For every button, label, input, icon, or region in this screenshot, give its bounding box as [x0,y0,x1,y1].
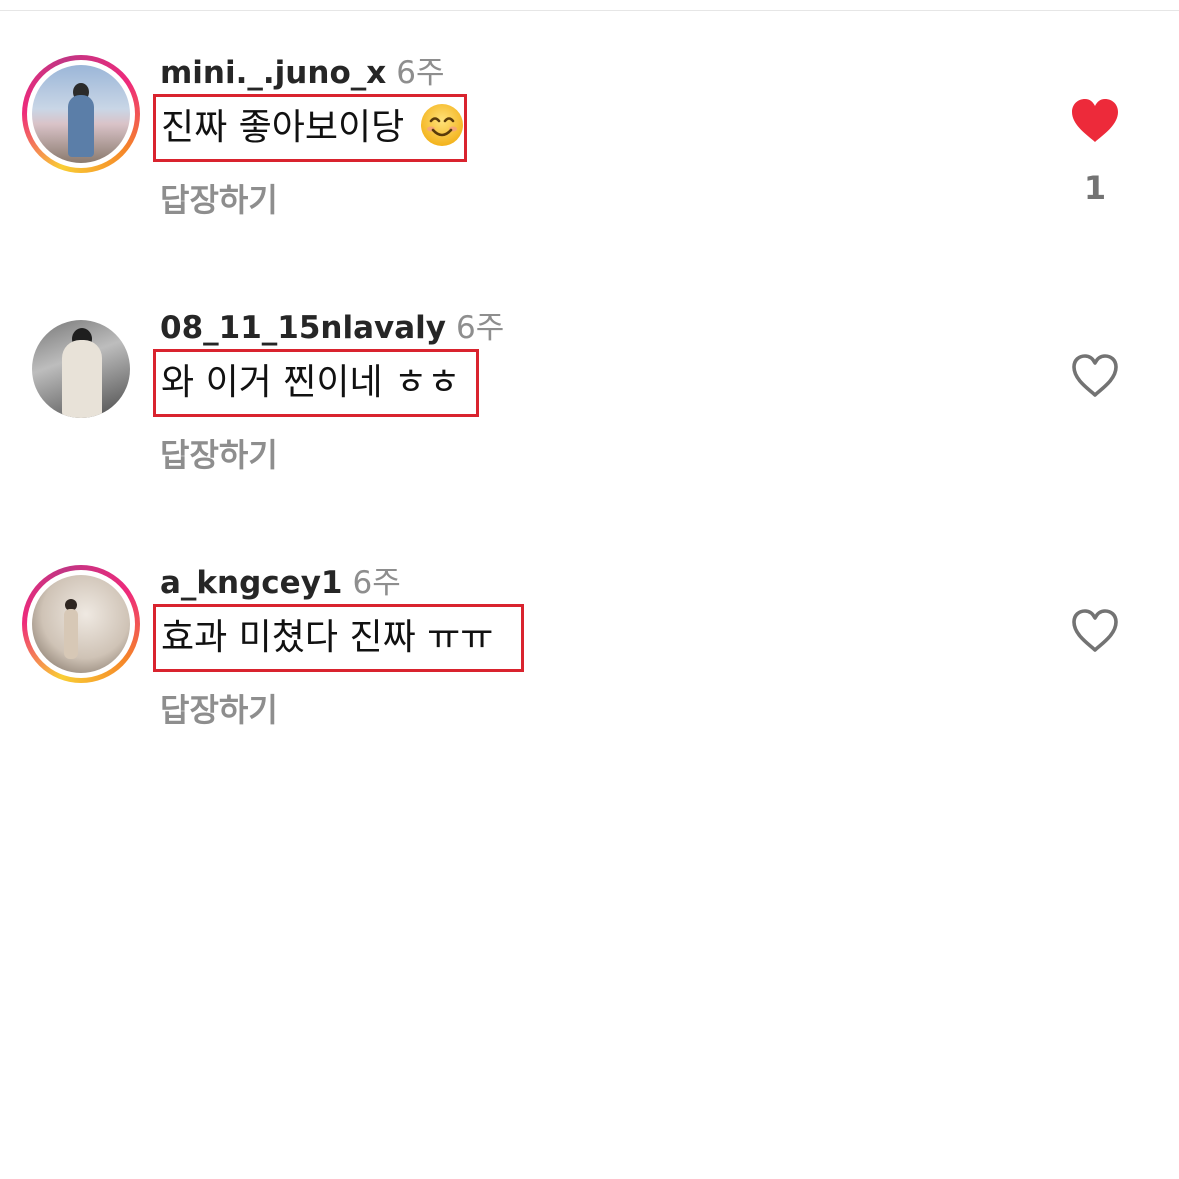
comment-item: 08_11_15nlavaly 6주 와 이거 찐이네 ㅎㅎ 답장하기 [0,255,1179,474]
comment-meta: mini._.juno_x 6주 [160,55,444,91]
comment-text-highlighted: 와 이거 찐이네 ㅎㅎ [153,349,480,417]
comment-item: mini._.juno_x 6주 진짜 좋아보이당 답장하기 1 [0,0,1179,219]
comment-timestamp: 6주 [352,565,401,601]
username-link[interactable]: 08_11_15nlavaly [160,310,446,346]
avatar-photo [32,65,130,163]
avatar[interactable] [22,565,140,683]
heart-outline-icon[interactable] [1070,608,1120,654]
avatar-photo [32,320,130,418]
comment-text: 효과 미쳤다 진짜 ㅠㅠ [161,617,494,658]
reply-button[interactable]: 답장하기 [160,690,278,730]
avatar-photo [32,575,130,673]
comment-text: 진짜 좋아보이당 [161,107,405,148]
smiling-face-icon [421,104,464,146]
comment-text: 와 이거 찐이네 ㅎㅎ [161,362,461,403]
reply-button[interactable]: 답장하기 [160,435,278,475]
username-link[interactable]: a_kngcey1 [160,565,342,601]
avatar[interactable] [22,310,140,428]
username-link[interactable]: mini._.juno_x [160,55,386,91]
comment-text-highlighted: 진짜 좋아보이당 [153,94,468,162]
heart-filled-icon[interactable] [1070,98,1120,144]
comment-timestamp: 6주 [396,55,445,91]
reply-button[interactable]: 답장하기 [160,180,278,220]
comment-timestamp: 6주 [456,310,505,346]
like-count: 1 [1083,169,1107,207]
comment-meta: 08_11_15nlavaly 6주 [160,310,504,346]
comment-item: a_kngcey1 6주 효과 미쳤다 진짜 ㅠㅠ 답장하기 [0,510,1179,729]
avatar[interactable] [22,55,140,173]
comment-meta: a_kngcey1 6주 [160,565,401,601]
heart-outline-icon[interactable] [1070,353,1120,399]
comment-text-highlighted: 효과 미쳤다 진짜 ㅠㅠ [153,604,525,672]
